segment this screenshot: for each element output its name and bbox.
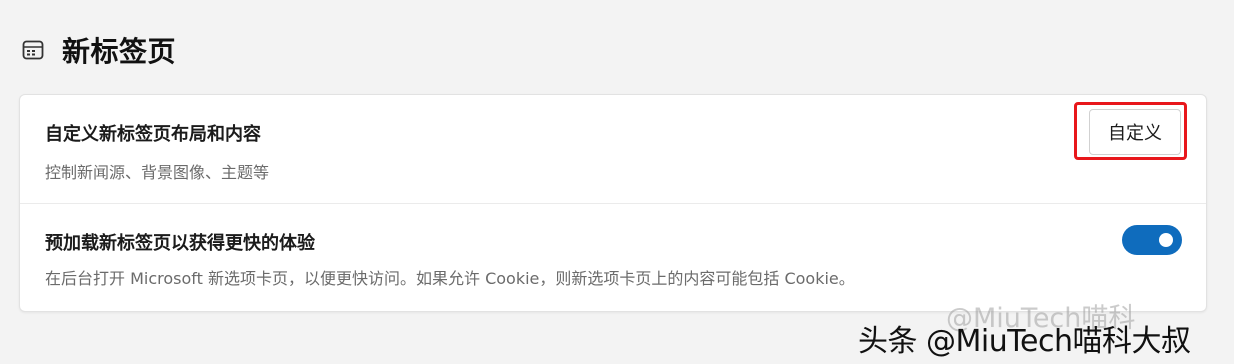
preload-setting-title: 预加载新标签页以获得更快的体验 <box>45 233 315 254</box>
new-tab-settings-card: 自定义新标签页布局和内容 控制新闻源、背景图像、主题等 自定义 预加载新标签页以… <box>19 94 1207 312</box>
preload-setting-description: 在后台打开 Microsoft 新选项卡页，以便更快访问。如果允许 Cookie… <box>45 269 855 288</box>
customize-setting-description: 控制新闻源、背景图像、主题等 <box>45 163 270 182</box>
toggle-knob <box>1159 233 1173 247</box>
new-tab-icon <box>22 39 44 61</box>
preload-toggle[interactable] <box>1122 225 1182 255</box>
preload-setting-row: 预加载新标签页以获得更快的体验 在后台打开 Microsoft 新选项卡页，以便… <box>20 203 1206 311</box>
page-header: 新标签页 <box>22 28 176 72</box>
customize-setting-title: 自定义新标签页布局和内容 <box>45 124 261 145</box>
customize-setting-row: 自定义新标签页布局和内容 控制新闻源、背景图像、主题等 自定义 <box>20 95 1206 204</box>
page-title: 新标签页 <box>62 35 177 68</box>
watermark: 头条 @MiuTech喵科大叔 <box>858 324 1191 359</box>
customize-button[interactable]: 自定义 <box>1089 109 1181 155</box>
